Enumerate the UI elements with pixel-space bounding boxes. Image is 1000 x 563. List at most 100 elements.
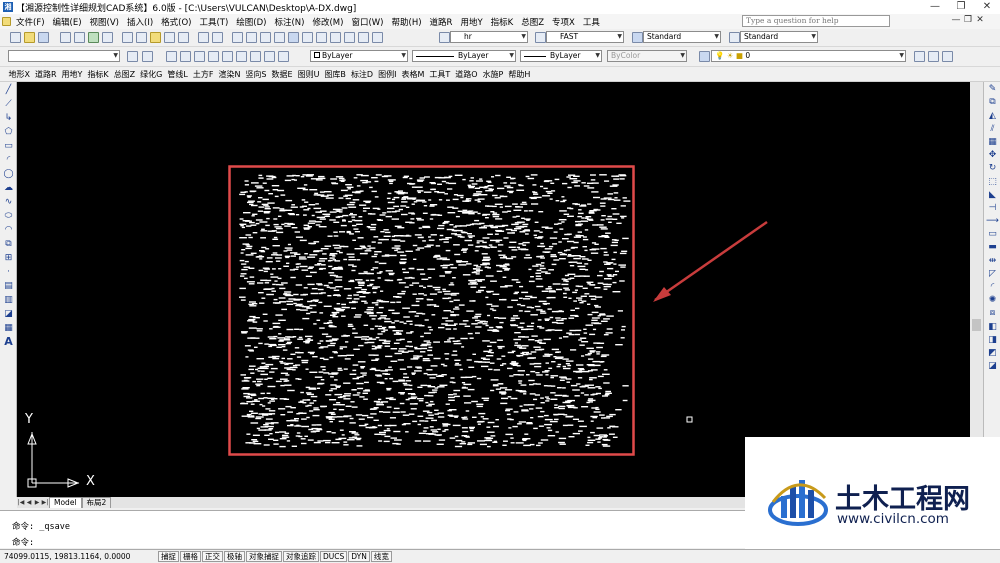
- stretch-icon[interactable]: ◣: [986, 189, 999, 201]
- otrack-toggle[interactable]: 对象追踪: [283, 551, 319, 562]
- menu-special[interactable]: 专项X: [548, 16, 579, 28]
- text-front-icon[interactable]: ◩: [986, 347, 999, 359]
- snap-nearest-icon[interactable]: [221, 51, 233, 62]
- arc-icon[interactable]: ◜: [2, 154, 15, 166]
- make-layer-current-icon[interactable]: [913, 51, 925, 62]
- draworder-icon[interactable]: ⧈: [986, 307, 999, 319]
- first-tab-icon[interactable]: |◀: [17, 499, 25, 506]
- scale-icon[interactable]: ⬚: [986, 176, 999, 188]
- circle-icon[interactable]: ◯: [2, 168, 15, 180]
- cut-icon[interactable]: [121, 32, 133, 43]
- pan-icon[interactable]: [231, 32, 243, 43]
- layer-previous-icon[interactable]: [927, 51, 939, 62]
- print-preview-icon[interactable]: [73, 32, 85, 43]
- snap-endpoint-icon[interactable]: [165, 51, 177, 62]
- menu-modify[interactable]: 修改(M): [308, 16, 347, 28]
- font-dropdown[interactable]: FAST ▼: [546, 31, 624, 43]
- plugin-menu-greening[interactable]: 绿化G: [138, 69, 165, 80]
- paste-icon[interactable]: [149, 32, 161, 43]
- make-block-icon[interactable]: ⊞: [2, 252, 15, 264]
- trim-icon[interactable]: ⊣: [986, 202, 999, 214]
- linetype-dropdown[interactable]: ByLayer ▼: [412, 50, 516, 62]
- chamfer-icon[interactable]: ◸: [986, 268, 999, 280]
- doc-close-button[interactable]: ✕: [974, 15, 986, 25]
- polar-toggle[interactable]: 极轴: [224, 551, 245, 562]
- menu-draw[interactable]: 绘图(D): [232, 16, 270, 28]
- offset-icon[interactable]: ⫽: [986, 123, 999, 135]
- help-search-input[interactable]: Type a question for help: [742, 15, 890, 27]
- erase-icon[interactable]: ✎: [986, 83, 999, 95]
- match-properties-icon[interactable]: [163, 32, 175, 43]
- lineweight-toggle[interactable]: 线宽: [370, 551, 392, 562]
- dim-style-dropdown[interactable]: Standard ▼: [643, 31, 721, 43]
- revision-cloud-icon[interactable]: ☁: [2, 182, 15, 194]
- lineweight-dropdown[interactable]: ByLayer ▼: [520, 50, 602, 62]
- ducs-toggle[interactable]: DUCS: [320, 551, 348, 562]
- grid-toggle[interactable]: 栅格: [180, 551, 201, 562]
- color-dropdown[interactable]: ByLayer ▼: [310, 50, 408, 62]
- array-icon[interactable]: ▦: [986, 136, 999, 148]
- menu-format[interactable]: 格式(O): [157, 16, 195, 28]
- extend-icon[interactable]: ⟶: [986, 215, 999, 227]
- join-icon[interactable]: ⇹: [986, 255, 999, 267]
- quickcalc-icon[interactable]: [357, 32, 369, 43]
- snap-node-icon[interactable]: [263, 51, 275, 62]
- mirror-icon[interactable]: ◭: [986, 110, 999, 122]
- design-center-icon[interactable]: [301, 32, 313, 43]
- plugin-menu-help[interactable]: 帮助H: [506, 69, 533, 80]
- menu-landuse[interactable]: 用地Y: [456, 16, 486, 28]
- doc-minimize-button[interactable]: —: [950, 15, 962, 25]
- tab-model[interactable]: Model: [49, 497, 82, 508]
- menu-edit[interactable]: 编辑(E): [49, 16, 86, 28]
- minimize-button[interactable]: —: [922, 0, 948, 14]
- text-style-icon[interactable]: [438, 32, 450, 43]
- doc-restore-button[interactable]: ❐: [962, 15, 974, 25]
- menu-road[interactable]: 道路R: [426, 16, 457, 28]
- spline-icon[interactable]: ∿: [2, 196, 15, 208]
- break-point-icon[interactable]: ▭: [986, 228, 999, 240]
- new-file-icon[interactable]: [9, 32, 21, 43]
- text-style-dropdown[interactable]: hr ▼: [450, 31, 528, 43]
- save-icon[interactable]: [37, 32, 49, 43]
- plotstyle-dropdown[interactable]: ByColor ▼: [607, 50, 687, 62]
- menu-tools2[interactable]: 工具: [579, 16, 604, 28]
- construction-line-icon[interactable]: ⟋: [2, 98, 15, 110]
- plugin-menu-siteplan[interactable]: 总图Z: [111, 69, 137, 80]
- vertical-scrollbar[interactable]: [970, 82, 983, 497]
- print-icon[interactable]: [59, 32, 71, 43]
- drawing-canvas[interactable]: Y X: [17, 82, 970, 497]
- plugin-menu-data[interactable]: 数据E: [269, 69, 295, 80]
- plugin-menu-annotate[interactable]: 标注D: [348, 69, 375, 80]
- dim-style-icon[interactable]: [534, 32, 546, 43]
- plugin-menu-vertical[interactable]: 竖向S: [243, 69, 269, 80]
- plot-icon[interactable]: [101, 32, 113, 43]
- menu-index[interactable]: 指标K: [487, 16, 518, 28]
- insert-block-icon[interactable]: ⧉: [2, 238, 15, 250]
- table-style-icon[interactable]: [631, 32, 643, 43]
- line-icon[interactable]: ╱: [2, 84, 15, 96]
- block-editor-icon[interactable]: [177, 32, 189, 43]
- snap-settings-icon[interactable]: [141, 51, 153, 62]
- menu-file[interactable]: 文件(F): [12, 16, 49, 28]
- fillet-icon[interactable]: ◜: [986, 281, 999, 293]
- table-style-dropdown[interactable]: Standard ▼: [740, 31, 818, 43]
- next-tab-icon[interactable]: ▶: [33, 499, 41, 506]
- zoom-realtime-icon[interactable]: [245, 32, 257, 43]
- tool-palettes-icon[interactable]: [315, 32, 327, 43]
- snap-intersection-icon[interactable]: [179, 51, 191, 62]
- open-folder-icon[interactable]: [23, 32, 35, 43]
- prev-tab-icon[interactable]: ◀: [25, 499, 33, 506]
- explode-icon[interactable]: ✺: [986, 294, 999, 306]
- menu-insert[interactable]: 插入(I): [123, 16, 157, 28]
- plugin-menu-legend[interactable]: 图例I: [376, 69, 399, 80]
- menu-siteplan[interactable]: 总图Z: [517, 16, 548, 28]
- layer-states-icon[interactable]: [941, 51, 953, 62]
- snap-toggle[interactable]: 捕捉: [158, 551, 179, 562]
- menu-view[interactable]: 视图(V): [86, 16, 123, 28]
- tab-layout2[interactable]: 布局2: [81, 497, 112, 508]
- markup-icon[interactable]: [343, 32, 355, 43]
- last-tab-icon[interactable]: ▶|: [41, 499, 49, 506]
- region-icon[interactable]: ◪: [2, 308, 15, 320]
- copy-icon[interactable]: [135, 32, 147, 43]
- plugin-menu-render[interactable]: 渲染N: [216, 69, 243, 80]
